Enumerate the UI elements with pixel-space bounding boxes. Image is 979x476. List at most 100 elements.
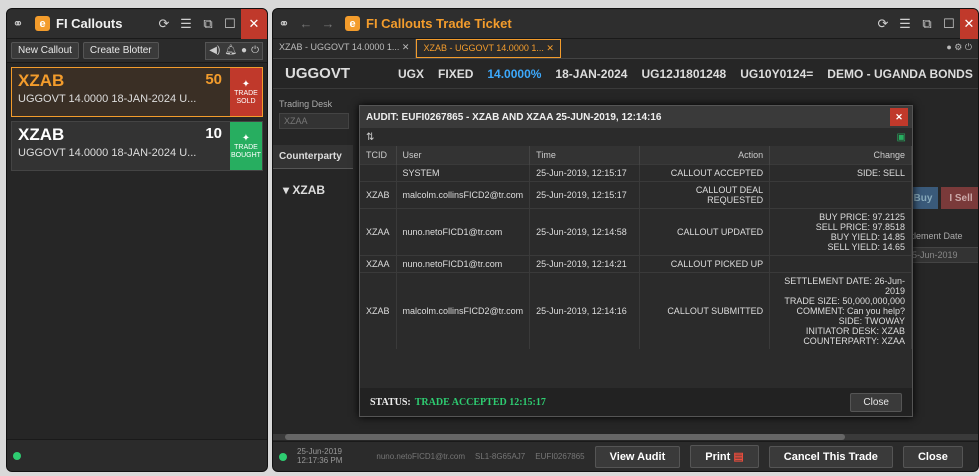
audit-change bbox=[769, 254, 912, 272]
audit-change bbox=[769, 180, 912, 208]
callout-item[interactable]: XZAB 10 UGGOVT 14.0000 18-JAN-2024 U... … bbox=[11, 121, 263, 171]
status-label: STATUS: bbox=[370, 396, 411, 408]
audit-action: CALLOUT SUBMITTED bbox=[639, 271, 771, 349]
footer-id: EUFI0267865 bbox=[535, 452, 585, 461]
horizontal-scrollbar[interactable] bbox=[273, 434, 978, 440]
audit-time: 25-Jun-2019, 12:15:17 bbox=[529, 180, 641, 208]
popout-icon[interactable]: ⧉ bbox=[916, 16, 938, 32]
audit-change-line: BUY YIELD: 14.85 bbox=[830, 231, 905, 242]
handshake-icon: ✦ bbox=[241, 132, 251, 144]
bond-ric-alt: UG10Y0124= bbox=[740, 66, 814, 81]
audit-user: malcolm.collinsFICD2@tr.com bbox=[396, 180, 531, 208]
scrollbar-thumb[interactable] bbox=[285, 434, 845, 440]
print-button[interactable]: Print ▤ bbox=[690, 445, 759, 468]
link-icon[interactable]: ⚭ bbox=[7, 16, 29, 32]
audit-change-line: SIDE: TWOWAY bbox=[838, 315, 905, 326]
tab-ticket-2[interactable]: XZAB - UGGOVT 14.0000 1... ✕ bbox=[416, 39, 561, 58]
view-audit-button[interactable]: View Audit bbox=[594, 445, 681, 468]
close-icon[interactable]: ✕ bbox=[241, 9, 267, 39]
audit-tcid: XZAA bbox=[360, 207, 397, 255]
sell-button[interactable]: I Sell bbox=[941, 187, 978, 209]
tab-label: XZAB - UGGOVT 14.0000 1... bbox=[279, 42, 400, 52]
audit-close-button[interactable]: Close bbox=[850, 392, 902, 412]
connection-status-icon bbox=[13, 452, 21, 460]
audit-change: SETTLEMENT DATE: 26-Jun-2019 TRADE SIZE: … bbox=[769, 271, 912, 349]
menu-icon[interactable]: ☰ bbox=[175, 16, 197, 32]
col-time[interactable]: Time bbox=[529, 146, 641, 164]
popout-icon[interactable]: ⧉ bbox=[197, 16, 219, 32]
new-callout-button[interactable]: New Callout bbox=[11, 42, 79, 59]
audit-dialog: AUDIT: EUFI0267865 - XZAB AND XZAA 25-JU… bbox=[359, 105, 913, 417]
trade-ticket-window: ⚭ ← → e FI Callouts Trade Ticket ⟳ ☰ ⧉ ☐… bbox=[272, 8, 979, 472]
sort-icon[interactable]: ⇅ bbox=[366, 132, 374, 143]
badge-status: BOUGHT bbox=[231, 151, 261, 159]
maximize-icon[interactable]: ☐ bbox=[219, 16, 241, 32]
tab-label: XZAB - UGGOVT 14.0000 1... bbox=[423, 43, 544, 53]
trading-desk-input[interactable]: XZAA bbox=[279, 113, 349, 129]
audit-user: malcolm.collinsFICD2@tr.com bbox=[396, 271, 531, 349]
excel-export-icon[interactable]: ▣ bbox=[897, 132, 906, 143]
callout-item[interactable]: XZAB 50 UGGOVT 14.0000 18-JAN-2024 U... … bbox=[11, 67, 263, 117]
col-action[interactable]: Action bbox=[639, 146, 771, 164]
create-blotter-button[interactable]: Create Blotter bbox=[82, 42, 159, 59]
bond-name: UGGOVT bbox=[285, 65, 351, 82]
counterparty-group[interactable]: ▾ XZAB bbox=[283, 183, 325, 197]
user-icon[interactable]: ● bbox=[946, 42, 951, 52]
settlement-date-input[interactable]: 5-Jun-2019 bbox=[909, 247, 978, 263]
menu-icon[interactable]: ☰ bbox=[894, 16, 916, 32]
bond-ric: UG12J1801248 bbox=[641, 66, 727, 81]
power-icon[interactable]: ⏻ bbox=[251, 45, 259, 56]
counterparty-value: XZAB bbox=[292, 183, 326, 197]
link-icon[interactable]: ⚭ bbox=[273, 16, 295, 32]
col-change[interactable]: Change bbox=[769, 146, 912, 164]
forward-icon[interactable]: → bbox=[317, 16, 339, 31]
callout-description: UGGOVT 14.0000 18-JAN-2024 U... bbox=[18, 147, 197, 159]
close-icon[interactable]: ✕ bbox=[890, 108, 908, 126]
cancel-trade-button[interactable]: Cancel This Trade bbox=[768, 445, 893, 468]
audit-row[interactable]: XZAA nuno.netoFICD1@tr.com 25-Jun-2019, 12… bbox=[360, 207, 912, 255]
audit-change-line: SELL PRICE: 97.8518 bbox=[815, 221, 905, 232]
user-icon[interactable]: ● bbox=[241, 45, 247, 56]
bond-maturity: 18-JAN-2024 bbox=[555, 66, 628, 81]
audit-user: nuno.netoFICD1@tr.com bbox=[396, 254, 531, 272]
settings-icon[interactable]: ⚙ bbox=[954, 42, 962, 52]
audit-row[interactable]: XZAB malcolm.collinsFICD2@tr.com 25-Jun-20… bbox=[360, 180, 912, 208]
audit-row[interactable]: XZAB malcolm.collinsFICD2@tr.com 25-Jun-20… bbox=[360, 271, 912, 349]
refresh-icon[interactable]: ⟳ bbox=[153, 16, 175, 32]
col-tcid[interactable]: TCID bbox=[360, 146, 397, 164]
callout-code: XZAB bbox=[18, 125, 65, 144]
audit-change-line: SELL YIELD: 14.65 bbox=[827, 241, 905, 252]
sound-icon[interactable]: ◀) bbox=[209, 45, 220, 56]
callout-description: UGGOVT 14.0000 18-JAN-2024 U... bbox=[18, 93, 197, 105]
audit-row[interactable]: XZAA nuno.netoFICD1@tr.com 25-Jun-2019, 12… bbox=[360, 254, 912, 272]
bell-icon[interactable]: 🔔︎ bbox=[224, 45, 237, 56]
close-icon[interactable]: ✕ bbox=[960, 9, 978, 39]
left-titlebar: ⚭ e FI Callouts ⟳ ☰ ⧉ ☐ ✕ bbox=[7, 9, 267, 39]
refresh-icon[interactable]: ⟳ bbox=[872, 16, 894, 32]
audit-row[interactable]: SYSTEM 25-Jun-2019, 12:15:17 CALLOUT ACCEP… bbox=[360, 163, 912, 181]
audit-time: 25-Jun-2019, 12:14:16 bbox=[529, 271, 641, 349]
bond-desk: DEMO - UGANDA BONDS bbox=[827, 66, 973, 81]
badge-label: TRADE bbox=[234, 143, 258, 151]
app-logo-icon: e bbox=[345, 16, 360, 31]
close-tab-icon[interactable]: ✕ bbox=[546, 43, 554, 53]
footer-time: 12:17:36 PM bbox=[297, 455, 343, 465]
audit-action: CALLOUT PICKED UP bbox=[639, 254, 771, 272]
connection-status-icon bbox=[279, 452, 287, 461]
callout-code: XZAB bbox=[18, 71, 65, 90]
close-button[interactable]: Close bbox=[902, 445, 963, 468]
audit-change-line: COMMENT: Can you help? bbox=[796, 305, 905, 316]
col-user[interactable]: User bbox=[396, 146, 531, 164]
header-icons: ● ⚙ ⏻ bbox=[940, 39, 978, 58]
status-value: TRADE ACCEPTED 12:15:17 bbox=[414, 396, 546, 408]
left-toolbar: New Callout Create Blotter ◀) 🔔︎ ● ⏻ bbox=[7, 39, 267, 63]
tab-ticket-1[interactable]: XZAB - UGGOVT 14.0000 1... ✕ bbox=[273, 39, 417, 58]
power-icon[interactable]: ⏻ bbox=[965, 42, 972, 52]
audit-user: nuno.netoFICD1@tr.com bbox=[396, 207, 531, 255]
close-tab-icon[interactable]: ✕ bbox=[402, 42, 410, 52]
handshake-icon: ✦ bbox=[241, 78, 251, 90]
audit-tcid: XZAB bbox=[360, 271, 397, 349]
back-icon[interactable]: ← bbox=[295, 16, 317, 31]
trading-desk-label: Trading Desk bbox=[279, 99, 333, 109]
maximize-icon[interactable]: ☐ bbox=[938, 16, 960, 32]
